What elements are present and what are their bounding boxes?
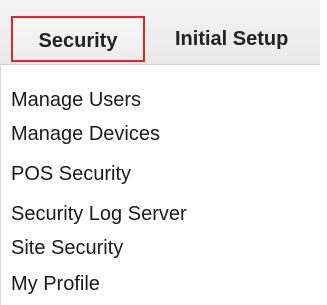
- menu-item-pos-security[interactable]: POS Security: [11, 163, 131, 186]
- menu-item-my-profile[interactable]: My Profile: [11, 273, 100, 296]
- security-menu-list: Manage Users Manage Devices POS Security…: [0, 65, 327, 305]
- menu-item-security-log-server[interactable]: Security Log Server: [11, 203, 187, 226]
- security-menu-panel: Security Initial Setup Manage Users Mana…: [0, 0, 327, 305]
- tab-bar: Security Initial Setup: [0, 0, 320, 65]
- menu-item-manage-devices[interactable]: Manage Devices: [11, 123, 160, 146]
- menu-item-site-security[interactable]: Site Security: [11, 237, 123, 260]
- menu-item-manage-users[interactable]: Manage Users: [11, 89, 141, 112]
- tab-security[interactable]: Security: [11, 16, 145, 62]
- tab-initial-setup[interactable]: Initial Setup: [175, 16, 325, 62]
